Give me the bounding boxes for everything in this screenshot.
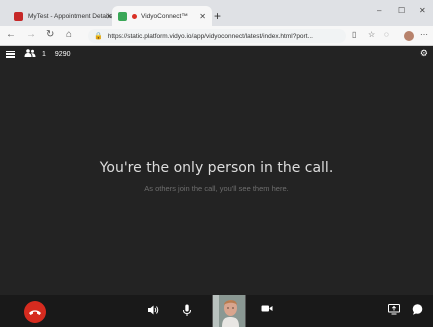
back-button[interactable]: ← (6, 29, 16, 40)
call-controls-bar (0, 295, 433, 327)
home-button[interactable]: ⌂ (66, 29, 72, 40)
participant-count: 1 (42, 50, 46, 58)
chat-button[interactable] (412, 304, 423, 315)
speaker-icon (148, 305, 159, 315)
more-menu-icon[interactable]: ⋯ (420, 30, 428, 39)
lock-icon: 🔒 (94, 33, 103, 40)
forward-button[interactable]: → (26, 29, 36, 40)
extensions-icon[interactable]: ◌ (384, 30, 389, 39)
people-icon[interactable] (24, 49, 36, 59)
camera-icon (261, 305, 273, 312)
video-call-app: 1 9290 ⚙ You're the only person in the c… (0, 46, 433, 327)
microphone-button[interactable] (182, 304, 192, 317)
favorite-star-icon[interactable]: ☆ (368, 30, 375, 39)
url-text: https://static.platform.vidyo.io/app/vid… (107, 32, 313, 40)
vidyo-favicon-icon (118, 11, 127, 21)
mytest-favicon-icon (14, 11, 23, 21)
browser-toolbar: ← → ↻ ⌂ 🔒 https://static.platform.vidyo.… (0, 26, 433, 46)
room-number: 9290 (54, 50, 71, 58)
close-tab-icon[interactable]: ✕ (199, 12, 206, 21)
others-join-hint: As others join the call, you'll see them… (144, 184, 289, 193)
browser-tab-strip: MyTest - Appointment Details ✕ VidyoConn… (0, 0, 433, 26)
empty-call-message: You're the only person in the call. As o… (0, 160, 433, 193)
phone-hangup-icon (29, 310, 41, 315)
new-tab-button[interactable]: + (214, 9, 221, 23)
speaker-button[interactable] (147, 304, 159, 316)
gear-icon[interactable]: ⚙ (420, 48, 428, 59)
close-window-button[interactable]: ✕ (419, 6, 426, 15)
recording-dot-icon (132, 13, 137, 19)
hangup-button[interactable] (24, 301, 46, 323)
refresh-button[interactable]: ↻ (46, 29, 54, 40)
microphone-icon (183, 304, 191, 316)
hamburger-icon[interactable] (6, 50, 15, 58)
self-view-person-image (213, 295, 245, 327)
address-bar[interactable]: 🔒 https://static.platform.vidyo.io/app/v… (88, 29, 346, 43)
maximize-button[interactable]: ☐ (398, 6, 405, 15)
tab-title: VidyoConnect™ (141, 12, 188, 20)
chat-icon (412, 304, 423, 315)
self-view-video[interactable] (212, 295, 246, 327)
only-person-message: You're the only person in the call. (99, 160, 334, 176)
reading-view-icon[interactable]: ▯ (352, 30, 356, 39)
minimize-button[interactable]: – (377, 6, 381, 15)
camera-button[interactable] (261, 304, 273, 313)
screen-share-icon (388, 304, 400, 315)
share-screen-button[interactable] (388, 304, 400, 315)
profile-avatar[interactable] (404, 31, 414, 41)
tab-vidyoconnect[interactable]: VidyoConnect™ ✕ (112, 6, 212, 26)
call-top-bar: 1 9290 ⚙ (0, 46, 433, 62)
